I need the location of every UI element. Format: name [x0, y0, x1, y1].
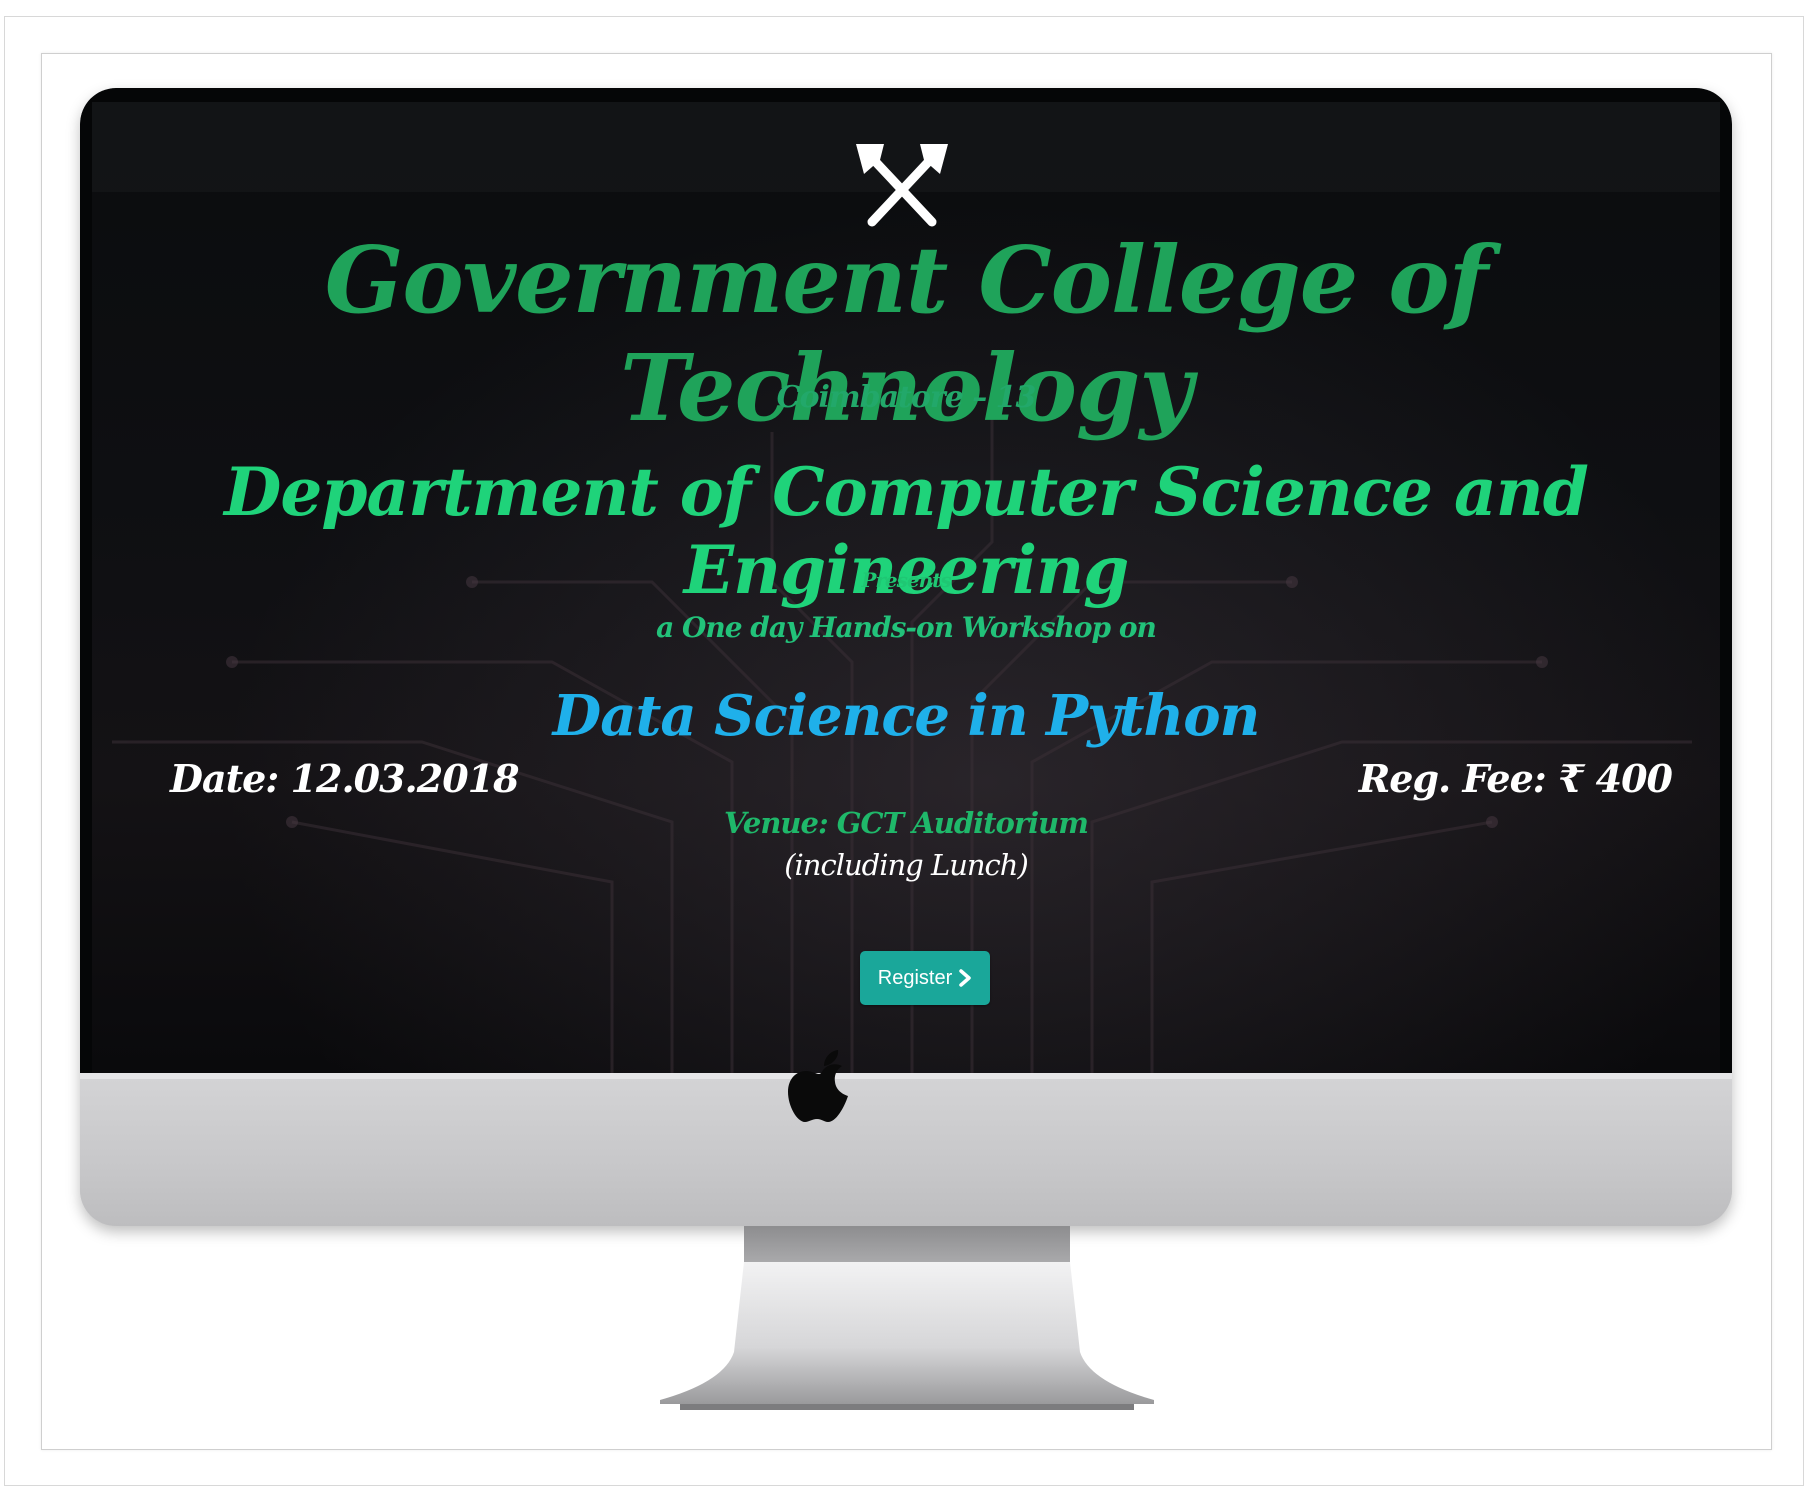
monitor-stand-neck — [744, 1226, 1070, 1262]
crossed-axes-icon — [856, 144, 948, 227]
imac-monitor: Government College of Technology Coimbat… — [80, 88, 1732, 1226]
workshop-title: Data Science in Python — [552, 683, 1261, 749]
register-label: Register — [877, 966, 953, 989]
lunch-note: (including Lunch) — [784, 848, 1029, 882]
monitor-stand — [660, 1262, 1154, 1410]
chevron-right-icon — [959, 969, 971, 987]
monitor-chin — [80, 1073, 1732, 1226]
register-button[interactable]: Register — [860, 951, 990, 1005]
poster-content: Government College of Technology Coimbat… — [80, 88, 1732, 1073]
presents-text: Presents — [861, 568, 951, 592]
city-line: Coimbatore – 13 — [776, 380, 1037, 415]
monitor-screen: Government College of Technology Coimbat… — [80, 88, 1732, 1073]
registration-fee: Reg. Fee: ₹ 400 — [1358, 756, 1673, 801]
apple-logo-icon — [788, 1050, 848, 1122]
workshop-intro: a One day Hands-on Workshop on — [656, 611, 1157, 644]
venue-text: Venue: GCT Auditorium — [724, 806, 1089, 840]
event-date: Date: 12.03.2018 — [170, 756, 520, 801]
